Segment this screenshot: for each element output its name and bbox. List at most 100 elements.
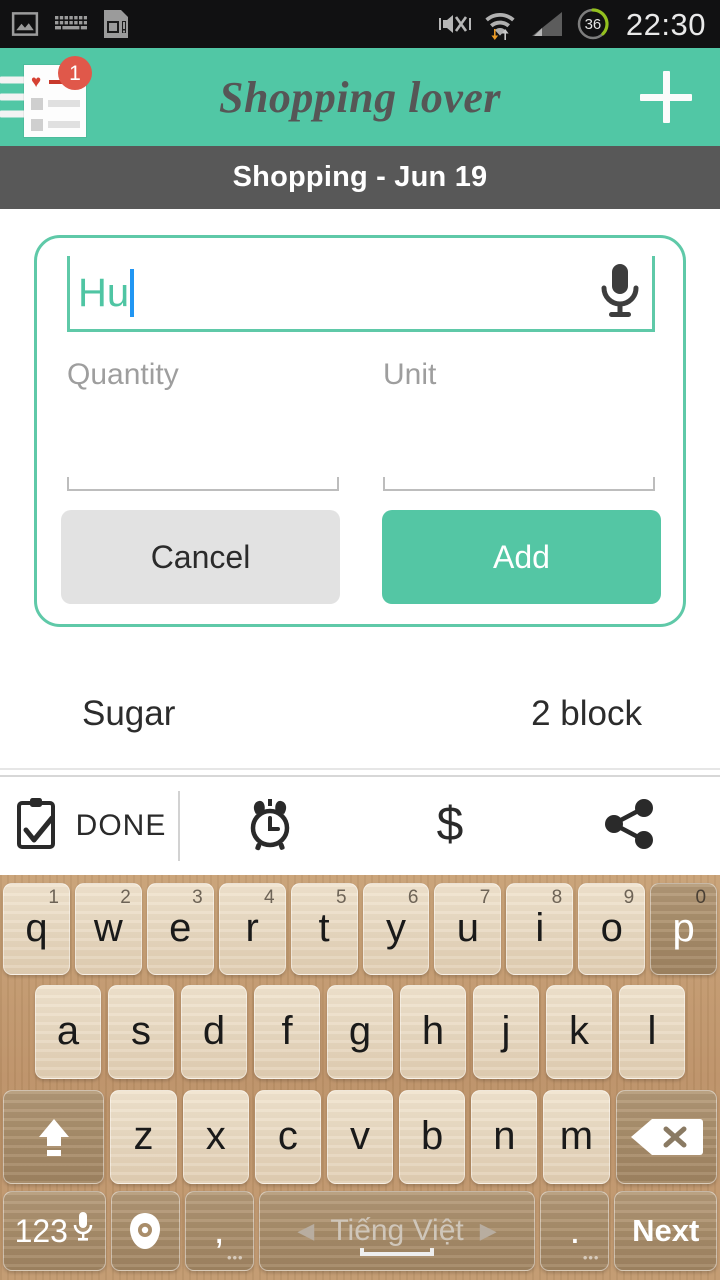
microphone-icon <box>72 1210 94 1252</box>
signal-bars-icon <box>529 9 563 39</box>
key-n-label: n <box>493 1114 516 1158</box>
key-q-label: q <box>25 906 48 950</box>
key-v-label: v <box>350 1114 370 1158</box>
key-t-label: t <box>318 906 330 950</box>
list-item[interactable]: Sugar 2 block <box>0 660 720 770</box>
list-item-quantity: 2 block <box>531 694 642 733</box>
key-g-label: g <box>348 1009 372 1053</box>
sim-card-icon <box>102 8 130 40</box>
key-i[interactable]: 8i <box>506 882 574 975</box>
key-r[interactable]: 4r <box>218 882 286 975</box>
key-i-label: i <box>535 906 545 950</box>
key-w-label: w <box>93 906 123 950</box>
key-a[interactable]: a <box>35 984 101 1079</box>
key-y[interactable]: 6y <box>362 882 430 975</box>
backspace-icon[interactable] <box>615 1089 717 1184</box>
shift-up-icon[interactable] <box>3 1089 105 1184</box>
key-n[interactable]: n <box>471 1089 538 1184</box>
cancel-button[interactable]: Cancel <box>61 510 340 604</box>
key-q[interactable]: 1q <box>3 882 70 975</box>
key-h-label: h <box>421 1009 445 1053</box>
item-name-value: Hu <box>78 270 130 315</box>
space-bar-glyph <box>360 1248 435 1256</box>
key-b-label: b <box>421 1114 444 1158</box>
unit-field[interactable]: Unit <box>383 356 655 491</box>
period-label: . <box>569 1209 581 1252</box>
space-key[interactable]: ◀ Tiếng Việt ▶ <box>258 1191 536 1271</box>
item-name-input[interactable]: Hu <box>67 256 655 332</box>
key-d[interactable]: d <box>181 984 247 1079</box>
app-bar: ♥ 1 Shopping lover <box>0 48 720 146</box>
key-j[interactable]: j <box>473 984 539 1079</box>
status-bar-right-icons: 36 22:30 <box>438 7 706 41</box>
key-s[interactable]: s <box>108 984 174 1079</box>
key-y-label: y <box>385 906 406 950</box>
next-language-arrow-icon[interactable]: ▶ <box>480 1218 497 1244</box>
next-key[interactable]: Next <box>614 1191 718 1271</box>
numeric-mode-key[interactable]: 123 <box>3 1191 106 1271</box>
plus-icon[interactable] <box>638 69 694 125</box>
key-p-number: 0 <box>695 886 707 908</box>
key-w[interactable]: 2w <box>74 882 142 975</box>
key-o[interactable]: 9o <box>578 882 646 975</box>
key-e-number: 3 <box>192 886 203 908</box>
key-q-number: 1 <box>48 886 59 908</box>
keyboard-row-2: a s d f g h j k l <box>0 978 720 1083</box>
key-w-number: 2 <box>120 886 131 908</box>
keyboard-row-3: z x c v b n m <box>0 1083 720 1188</box>
key-z[interactable]: z <box>110 1089 177 1184</box>
microphone-icon[interactable] <box>593 260 647 327</box>
prev-language-arrow-icon[interactable]: ◀ <box>297 1218 314 1244</box>
unit-underline <box>383 477 655 491</box>
key-l[interactable]: l <box>619 984 685 1079</box>
key-b[interactable]: b <box>399 1089 466 1184</box>
key-t[interactable]: 5t <box>290 882 358 975</box>
key-t-number: 5 <box>335 886 347 908</box>
clipboard-check-icon <box>14 796 62 857</box>
key-f-label: f <box>281 1009 293 1053</box>
key-p-label: p <box>672 906 695 950</box>
key-f[interactable]: f <box>254 984 320 1079</box>
key-o-label: o <box>600 906 623 950</box>
phone-screen: 36 22:30 ♥ 1 Shopping lover Shopping - J… <box>0 0 720 1280</box>
keyboard-settings-icon[interactable] <box>110 1191 180 1271</box>
space-language-label: ◀ Tiếng Việt ▶ <box>297 1214 496 1248</box>
key-u[interactable]: 7u <box>434 882 502 975</box>
key-k[interactable]: k <box>546 984 612 1079</box>
done-button[interactable]: DONE <box>0 777 180 875</box>
soft-keyboard: 1q 2w 3e 4r 5t 6y 7u 8i 9o 0p a s d f g … <box>0 875 720 1280</box>
key-v[interactable]: v <box>326 1089 394 1184</box>
share-icon <box>602 797 658 856</box>
comma-more-dots: ••• <box>226 1250 244 1265</box>
current-language-label: Tiếng Việt <box>330 1214 464 1247</box>
key-d-label: d <box>202 1009 226 1053</box>
wifi-transfer-icon <box>484 7 516 41</box>
period-key[interactable]: . ••• <box>540 1191 610 1271</box>
reminder-button[interactable] <box>180 777 360 875</box>
key-c[interactable]: c <box>254 1089 321 1184</box>
quantity-field[interactable]: Quantity <box>67 356 339 491</box>
key-e[interactable]: 3e <box>146 882 214 975</box>
quantity-underline <box>67 477 339 491</box>
unit-placeholder: Unit <box>383 358 437 391</box>
key-h[interactable]: h <box>400 984 466 1079</box>
key-j-label: j <box>501 1009 511 1053</box>
comma-key[interactable]: , ••• <box>184 1191 254 1271</box>
key-p[interactable]: 0p <box>650 882 718 975</box>
key-m[interactable]: m <box>543 1089 610 1184</box>
add-item-card: Hu Quantity Unit Cancel Add <box>34 235 686 627</box>
key-x[interactable]: x <box>182 1089 249 1184</box>
next-label: Next <box>632 1213 700 1248</box>
keyboard-icon <box>54 12 88 36</box>
key-o-number: 9 <box>623 886 635 908</box>
list-item-name: Sugar <box>82 694 176 733</box>
mute-vibrate-icon <box>438 9 471 39</box>
action-toolbar: DONE $ <box>0 775 720 875</box>
status-bar: 36 22:30 <box>0 0 720 48</box>
price-button[interactable]: $ <box>360 777 540 875</box>
key-g[interactable]: g <box>327 984 393 1079</box>
add-button[interactable]: Add <box>382 510 661 604</box>
list-header-title: Shopping - Jun 19 <box>232 161 488 193</box>
share-button[interactable] <box>540 777 720 875</box>
gallery-icon <box>10 9 40 39</box>
